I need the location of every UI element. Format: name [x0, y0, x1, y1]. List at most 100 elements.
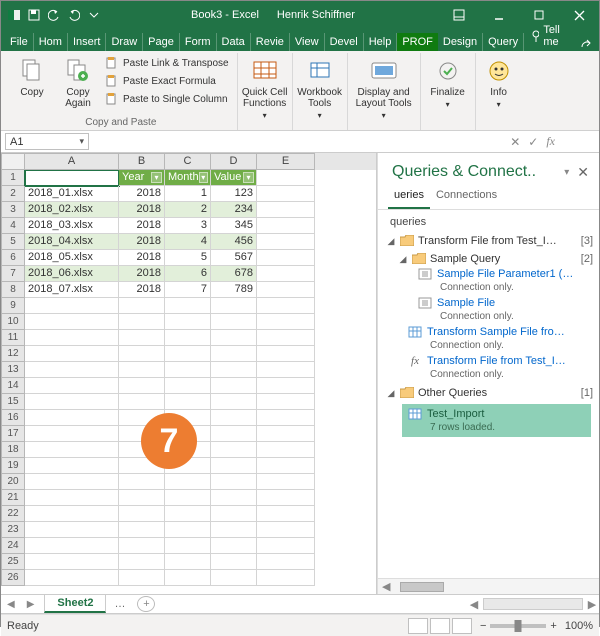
cell[interactable] [25, 378, 119, 394]
cell[interactable]: 345 [211, 218, 257, 234]
undo-icon[interactable] [47, 8, 61, 22]
cell[interactable] [257, 362, 315, 378]
cell[interactable] [257, 250, 315, 266]
cell[interactable]: 2018 [119, 186, 165, 202]
cell[interactable] [25, 474, 119, 490]
cell[interactable] [211, 442, 257, 458]
cell[interactable] [211, 490, 257, 506]
cell[interactable] [211, 474, 257, 490]
row-header[interactable]: 1 [1, 170, 25, 186]
row-header[interactable]: 5 [1, 234, 25, 250]
cell[interactable]: 2018_02.xlsx [25, 202, 119, 218]
cell[interactable] [165, 490, 211, 506]
cell[interactable] [257, 298, 315, 314]
cell[interactable] [119, 490, 165, 506]
cell[interactable]: 2018 [119, 266, 165, 282]
col-header-E[interactable]: E [257, 153, 315, 170]
query-transform-file[interactable]: fxTransform File from Test_I… Connection… [384, 355, 595, 384]
cell[interactable] [25, 362, 119, 378]
cell[interactable]: 2018 [119, 218, 165, 234]
cell[interactable] [25, 442, 119, 458]
folder-transform-file[interactable]: ◢ Transform File from Test_I…[3] [384, 232, 595, 250]
row-header[interactable]: 18 [1, 442, 25, 458]
redo-icon[interactable] [67, 8, 81, 22]
cell[interactable] [257, 186, 315, 202]
view-page-break-button[interactable] [452, 618, 472, 634]
folder-other-queries[interactable]: ◢ Other Queries[1] [384, 384, 595, 402]
cell[interactable] [119, 554, 165, 570]
tell-me[interactable]: Tell me [524, 21, 576, 51]
cell[interactable]: 234 [211, 202, 257, 218]
cell[interactable] [25, 490, 119, 506]
cell[interactable] [25, 554, 119, 570]
cell[interactable] [257, 426, 315, 442]
cell[interactable] [165, 522, 211, 538]
copy-again-button[interactable]: Copy Again [57, 55, 99, 109]
cell[interactable] [257, 442, 315, 458]
minimize-button[interactable] [479, 1, 519, 29]
cell[interactable]: 567 [211, 250, 257, 266]
cell[interactable] [25, 298, 119, 314]
cell[interactable]: 2018 [119, 282, 165, 298]
cell[interactable] [165, 362, 211, 378]
enter-formula-icon[interactable]: ✓ [528, 135, 538, 149]
cell[interactable] [211, 314, 257, 330]
worksheet-grid[interactable]: ABCDE 1Source.Name▾Year▾Month▾Value▾2201… [1, 153, 377, 594]
cell[interactable] [119, 378, 165, 394]
chevron-down-icon[interactable]: ▾ [79, 136, 84, 147]
cell[interactable]: 123 [211, 186, 257, 202]
cell[interactable] [257, 458, 315, 474]
row-header[interactable]: 23 [1, 522, 25, 538]
view-page-layout-button[interactable] [430, 618, 450, 634]
cell[interactable] [119, 330, 165, 346]
cell[interactable] [257, 330, 315, 346]
col-header-D[interactable]: D [211, 153, 257, 170]
cell[interactable] [119, 298, 165, 314]
cell[interactable] [165, 346, 211, 362]
cell[interactable]: 2018_03.xlsx [25, 218, 119, 234]
cell[interactable] [211, 538, 257, 554]
cell[interactable] [25, 410, 119, 426]
cell[interactable] [257, 474, 315, 490]
cell[interactable]: 456 [211, 234, 257, 250]
cell[interactable]: 2 [165, 202, 211, 218]
sheet-tab-active[interactable]: Sheet2 [44, 595, 106, 613]
ribbon-tab-data[interactable]: Data [217, 33, 251, 51]
zoom-slider[interactable]: − + [480, 620, 557, 632]
cell[interactable] [211, 522, 257, 538]
sheet-tab-overflow[interactable]: … [106, 596, 133, 612]
display-layout-tools-button[interactable]: Display and Layout Tools▾ [354, 55, 414, 120]
view-normal-button[interactable] [408, 618, 428, 634]
cell[interactable] [119, 394, 165, 410]
cell[interactable] [257, 570, 315, 586]
cell[interactable] [165, 314, 211, 330]
cell[interactable] [25, 458, 119, 474]
row-header[interactable]: 7 [1, 266, 25, 282]
cell[interactable] [25, 394, 119, 410]
cell[interactable] [165, 554, 211, 570]
hscroll-left[interactable]: ◀ [467, 598, 481, 611]
finalize-button[interactable]: Finalize▾ [427, 55, 469, 109]
cell[interactable]: Month▾ [165, 170, 211, 186]
cell[interactable]: 2018_07.xlsx [25, 282, 119, 298]
share-icon[interactable] [576, 37, 595, 51]
cell[interactable] [257, 490, 315, 506]
cell[interactable] [257, 282, 315, 298]
cell[interactable] [165, 394, 211, 410]
ribbon-tab-devel[interactable]: Devel [325, 33, 364, 51]
cell[interactable]: 3 [165, 218, 211, 234]
ribbon-tab-file[interactable]: File [5, 33, 34, 51]
cell[interactable] [257, 522, 315, 538]
cell[interactable] [257, 234, 315, 250]
name-box[interactable]: A1▾ [5, 133, 89, 150]
cell[interactable] [211, 458, 257, 474]
cell[interactable] [257, 394, 315, 410]
cell[interactable] [211, 506, 257, 522]
query-transform-sample[interactable]: Transform Sample File fro… Connection on… [384, 326, 595, 355]
cell[interactable] [257, 170, 315, 186]
row-header[interactable]: 24 [1, 538, 25, 554]
cell[interactable]: 1 [165, 186, 211, 202]
row-header[interactable]: 13 [1, 362, 25, 378]
tab-queries[interactable]: ueries [388, 185, 430, 209]
cell[interactable] [257, 346, 315, 362]
